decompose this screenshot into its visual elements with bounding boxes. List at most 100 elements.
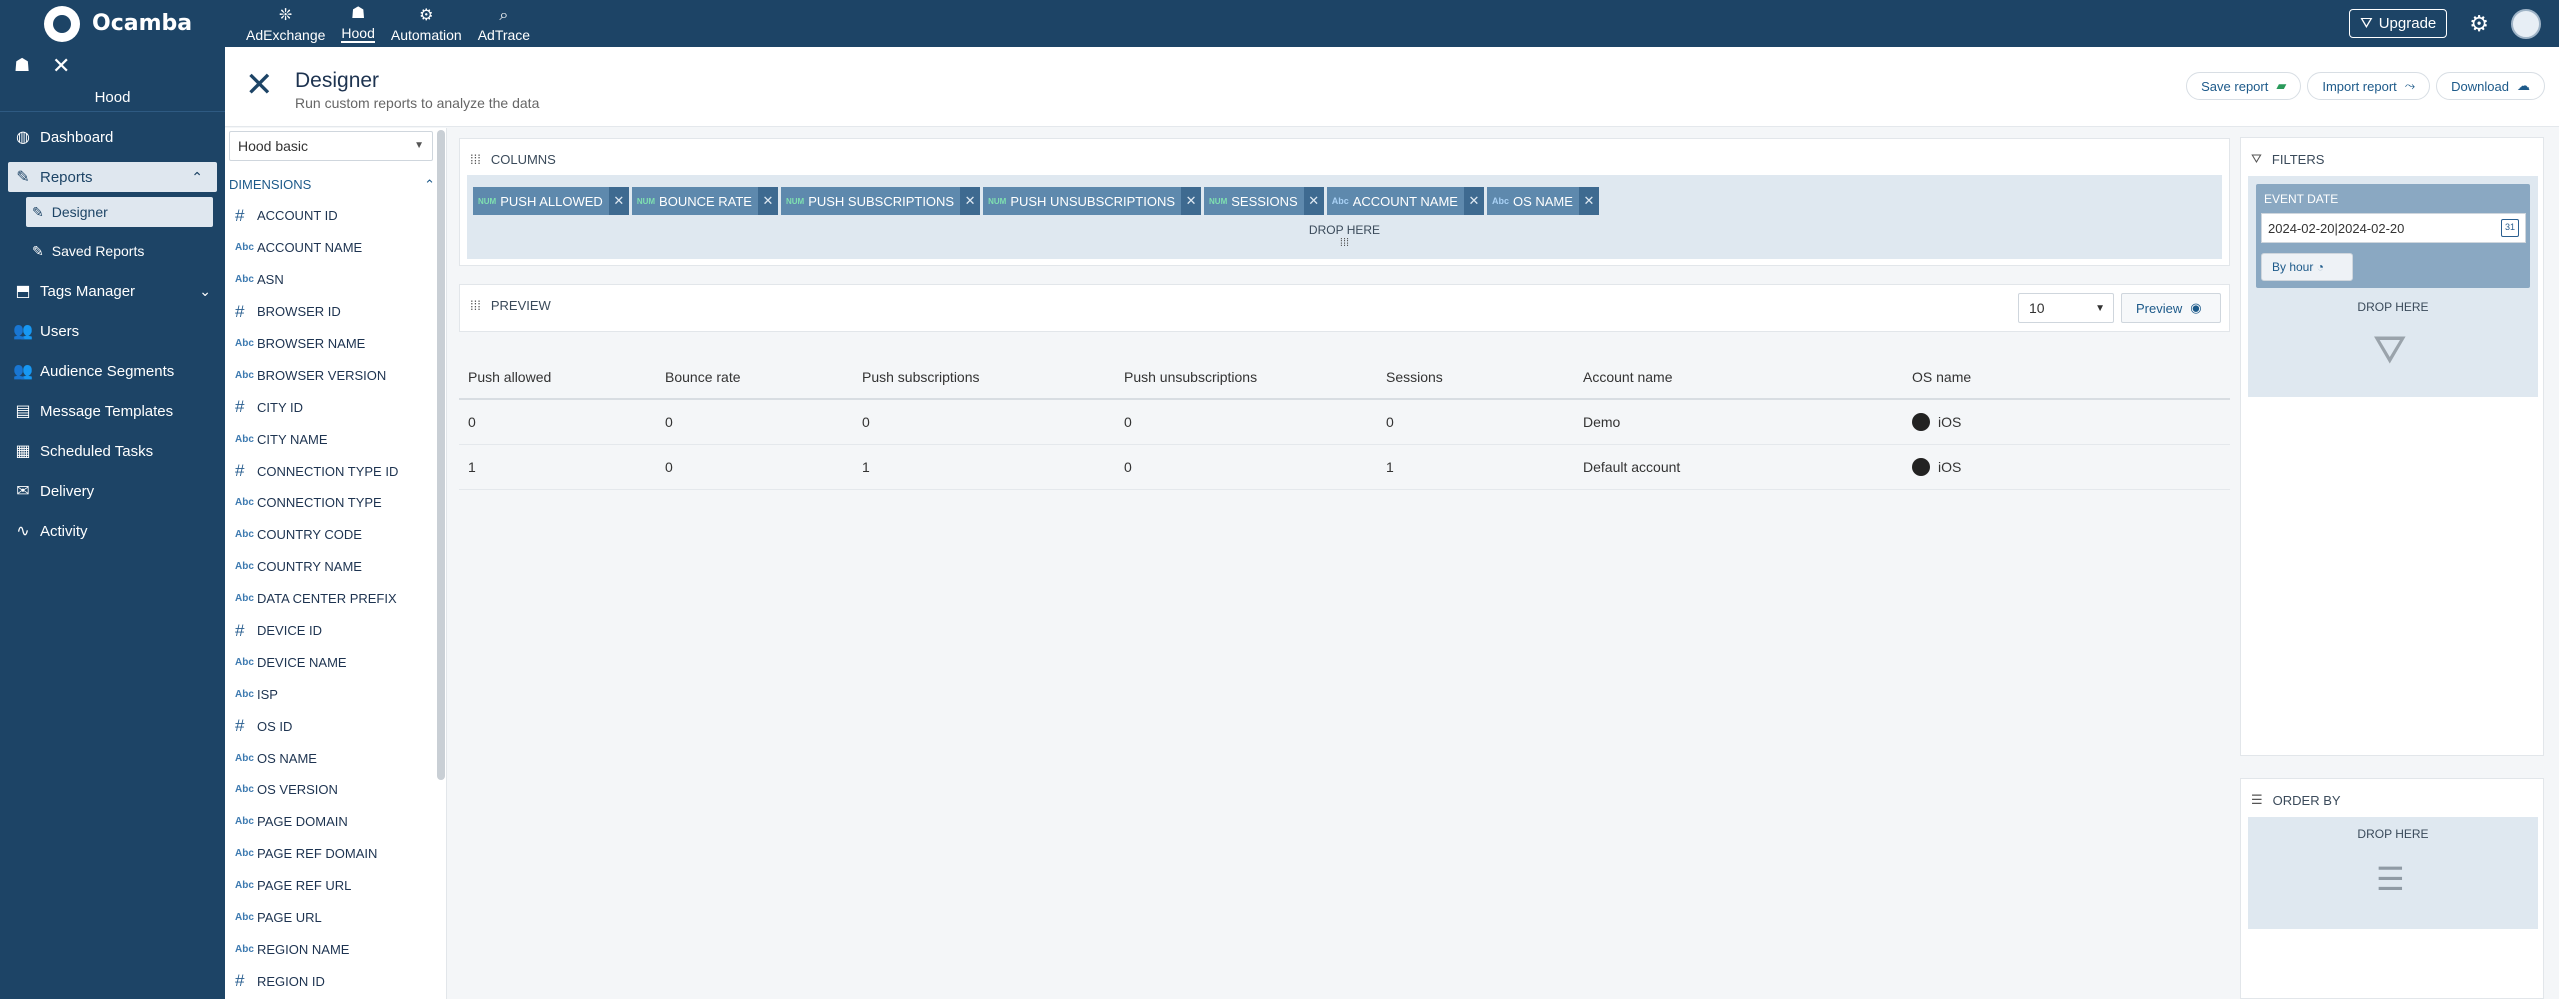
event-date-filter: EVENT DATE 2024-02-20|2024-02-20 31 By h… [2256, 184, 2530, 288]
import-report-button[interactable]: Import report ⤳ [2307, 72, 2431, 100]
dimension-item[interactable]: Abc ASN [235, 264, 435, 296]
column-header[interactable]: Push subscriptions [853, 369, 1115, 385]
page-header: ✕ Designer Run custom reports to analyze… [225, 47, 2559, 127]
column-header[interactable]: Bounce rate [656, 369, 853, 385]
dimension-item[interactable]: Abc BROWSER NAME [235, 328, 435, 360]
dimension-item[interactable]: Abc COUNTRY CODE [235, 519, 435, 551]
chevron-up-icon[interactable]: ⌃ [191, 169, 203, 186]
dimension-item[interactable]: Abc PAGE DOMAIN [235, 806, 435, 838]
close-icon[interactable]: ✕ [1463, 187, 1484, 215]
number-type-icon: NUM [636, 196, 656, 206]
column-header[interactable]: OS name [1903, 369, 2230, 385]
topnav-adtrace[interactable]: ⌕ AdTrace [470, 0, 538, 47]
column-chip[interactable]: NUM PUSH SUBSCRIPTIONS ✕ [780, 187, 981, 215]
dimension-item[interactable]: # REGION ID [235, 965, 435, 997]
save-report-button[interactable]: Save report ▰ [2186, 72, 2302, 100]
text-type-icon: Abc [235, 433, 254, 445]
brand[interactable]: Ocamba [44, 5, 234, 42]
sidebar-item-dashboard[interactable]: ◍ Dashboard [0, 117, 225, 157]
close-icon[interactable]: ✕ [960, 187, 981, 215]
sidebar-item-label: Saved Reports [51, 243, 145, 259]
dimension-item[interactable]: # ACCOUNT ID [235, 200, 435, 232]
dimension-item[interactable]: # CITY ID [235, 391, 435, 423]
dimension-item[interactable]: Abc PAGE URL [235, 902, 435, 934]
dimension-item[interactable]: # DEVICE ID [235, 615, 435, 647]
dimension-item[interactable]: Abc DATA CENTER PREFIX [235, 583, 435, 615]
dataset-select[interactable]: Hood basic ▼ [229, 131, 433, 161]
topnav-hood[interactable]: ☗ Hood [333, 0, 382, 47]
dimensions-scrollbar[interactable] [437, 130, 445, 780]
gear-icon[interactable]: ⚙ [2469, 11, 2489, 37]
dashboard-icon: ◍ [16, 129, 30, 146]
tools-icon[interactable]: ✕ [52, 53, 70, 79]
close-icon[interactable]: ✕ [757, 187, 778, 215]
sidebar-item-tags-manager[interactable]: ⬒ Tags Manager ⌄ [0, 271, 225, 311]
sidebar-item-users[interactable]: 👥 Users [0, 311, 225, 351]
dimension-item[interactable]: Abc DEVICE NAME [235, 646, 435, 678]
dimension-item[interactable]: Abc CITY NAME [235, 423, 435, 455]
dimension-item[interactable]: # OS ID [235, 710, 435, 742]
column-chip[interactable]: NUM SESSIONS ✕ [1204, 187, 1324, 215]
table-cell: 1 [862, 459, 870, 475]
column-chip-label: ACCOUNT NAME [1352, 193, 1458, 209]
ocamba-logo-icon [44, 5, 80, 42]
sidebar-item-scheduled-tasks[interactable]: ▦ Scheduled Tasks [0, 431, 225, 471]
dimension-item[interactable]: Abc BROWSER VERSION [235, 359, 435, 391]
close-icon[interactable]: ✕ [1578, 187, 1599, 215]
dimension-label: CONNECTION TYPE ID [257, 463, 399, 479]
text-type-icon: Abc [235, 593, 254, 605]
dimension-item[interactable]: Abc PAGE REF URL [235, 870, 435, 902]
dimension-item[interactable]: # BROWSER ID [235, 296, 435, 328]
number-type-icon: # [235, 716, 245, 736]
sidebar-item-audience-segments[interactable]: 👥 Audience Segments [0, 351, 225, 391]
column-header[interactable]: Push allowed [459, 369, 656, 385]
column-chip[interactable]: Abc ACCOUNT NAME ✕ [1326, 187, 1484, 215]
column-header[interactable]: Push unsubscriptions [1115, 369, 1377, 385]
download-button[interactable]: Download ☁ [2436, 72, 2545, 100]
column-chip[interactable]: NUM BOUNCE RATE ✕ [631, 187, 778, 215]
dimension-item[interactable]: Abc REGION NAME [235, 933, 435, 965]
sidebar-item-saved-reports[interactable]: ✎ Saved Reports [0, 231, 225, 271]
page-subtitle: Run custom reports to analyze the data [295, 95, 540, 111]
dimension-label: ASN [257, 272, 284, 288]
dimensions-header[interactable]: DIMENSIONS ⌃ [229, 177, 435, 193]
date-range-input[interactable]: 2024-02-20|2024-02-20 31 [2261, 213, 2526, 243]
sidebar-item-message-templates[interactable]: ▤ Message Templates [0, 391, 225, 431]
dimension-item[interactable]: Abc ISP [235, 678, 435, 710]
close-icon[interactable]: ✕ [608, 187, 629, 215]
column-header[interactable]: Account name [1574, 369, 1903, 385]
preview-button[interactable]: Preview ◉ [2121, 293, 2221, 323]
top-right-actions: ⛛ Upgrade ⚙ [2349, 8, 2541, 39]
columns-dropzone[interactable]: NUM PUSH ALLOWED ✕ NUM BOUNCE RATE ✕ NUM PUSH S… [467, 175, 2222, 259]
text-type-icon: Abc [235, 561, 254, 573]
dimension-item[interactable]: Abc OS VERSION [235, 774, 435, 806]
table-cell: Demo [1583, 414, 1621, 430]
avatar[interactable] [2511, 8, 2541, 39]
sidebar-item-designer[interactable]: ✎ Designer [26, 197, 213, 227]
sidebar-item-activity[interactable]: ∿ Activity [0, 511, 225, 551]
dimension-item[interactable]: Abc ACCOUNT NAME [235, 232, 435, 264]
dimension-item[interactable]: Abc PAGE REF DOMAIN [235, 838, 435, 870]
chevron-down-icon[interactable]: ⌄ [199, 283, 211, 300]
orderby-dropzone[interactable]: DROP HERE ☰ [2248, 817, 2538, 929]
topnav-automation[interactable]: ⚙ Automation [383, 0, 470, 47]
column-chip[interactable]: NUM PUSH UNSUBSCRIPTIONS ✕ [983, 187, 1202, 215]
upgrade-button[interactable]: ⛛ Upgrade [2349, 9, 2448, 38]
by-hour-button[interactable]: By hour ◔ [2261, 253, 2353, 281]
column-header[interactable]: Sessions [1377, 369, 1574, 385]
close-icon[interactable]: ✕ [1181, 187, 1202, 215]
column-chip[interactable]: NUM PUSH ALLOWED ✕ [473, 187, 629, 215]
hood-icon[interactable]: ☗ [14, 55, 30, 76]
close-icon[interactable]: ✕ [1303, 187, 1324, 215]
calendar-icon[interactable]: 31 [2501, 219, 2519, 237]
page-size-select[interactable]: 10 ▼ [2018, 293, 2114, 323]
dimension-item[interactable]: Abc OS NAME [235, 742, 435, 774]
dimension-item[interactable]: Abc COUNTRY NAME [235, 551, 435, 583]
sidebar-item-reports[interactable]: ✎ Reports ⌃ [8, 162, 217, 192]
dimension-item[interactable]: # CONNECTION TYPE ID [235, 455, 435, 487]
filters-dropzone[interactable]: EVENT DATE 2024-02-20|2024-02-20 31 By h… [2248, 176, 2538, 397]
topnav-adexchange[interactable]: ❊ AdExchange [238, 0, 333, 47]
column-chip[interactable]: Abc OS NAME ✕ [1486, 187, 1599, 215]
dimension-item[interactable]: Abc CONNECTION TYPE [235, 487, 435, 519]
sidebar-item-delivery[interactable]: ✉ Delivery [0, 471, 225, 511]
